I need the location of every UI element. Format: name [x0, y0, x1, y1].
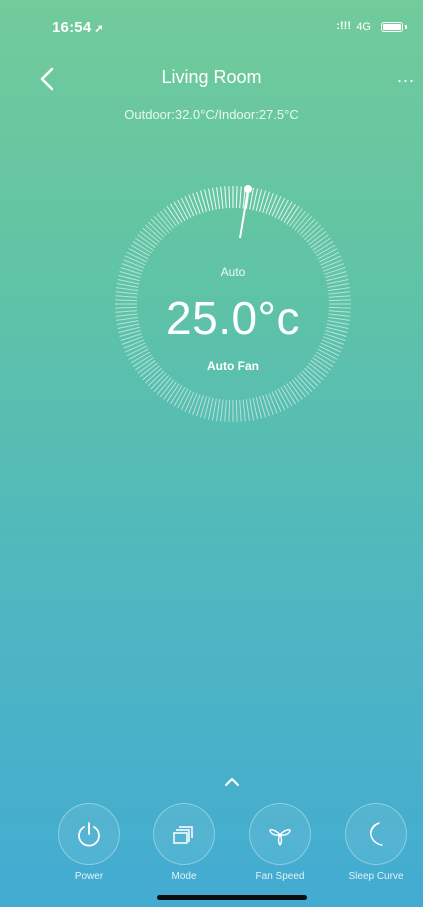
mode-label: Auto [220, 265, 246, 279]
temperature-readout: Outdoor:32.0°C/Indoor:27.5°C [124, 107, 299, 122]
fan-icon [269, 829, 291, 846]
battery-tip [405, 25, 407, 29]
status-bar: 16:54 ➚ :!!! 4G [0, 0, 423, 44]
status-time: 16:54 ➚ [52, 19, 104, 36]
power-label: Power [74, 871, 104, 882]
fan-speed-label: Fan Speed [255, 871, 305, 882]
set-temperature: 25.0°c [166, 292, 300, 344]
location-arrow-icon: ➚ [94, 23, 104, 35]
power-icon [78, 822, 100, 847]
mode-icon [173, 826, 193, 844]
status-time-text: 16:54 [52, 19, 92, 36]
battery-icon [381, 22, 403, 32]
chevron-up-icon[interactable] [221, 775, 243, 789]
fan-speed-button-circle [249, 803, 311, 865]
mode-label-text: Mode [171, 871, 197, 882]
mode-button-circle [153, 803, 215, 865]
network-label: 4G [356, 21, 371, 33]
power-button[interactable]: Power [57, 803, 121, 882]
fan-speed-button[interactable]: Fan Speed [248, 803, 312, 882]
sleep-curve-button[interactable]: Sleep Curve [344, 803, 408, 882]
moon-icon [370, 822, 383, 846]
sleep-curve-button-circle [345, 803, 407, 865]
dial-knob[interactable] [244, 185, 252, 193]
fan-mode-label: Auto Fan [207, 359, 259, 373]
sleep-curve-label: Sleep Curve [348, 871, 404, 882]
home-indicator [157, 895, 307, 900]
more-options-icon[interactable]: ... [397, 66, 415, 87]
power-button-circle [58, 803, 120, 865]
page-title: Living Room [161, 67, 262, 87]
signal-icon: :!!! [336, 20, 351, 32]
mode-button[interactable]: Mode [152, 803, 216, 882]
